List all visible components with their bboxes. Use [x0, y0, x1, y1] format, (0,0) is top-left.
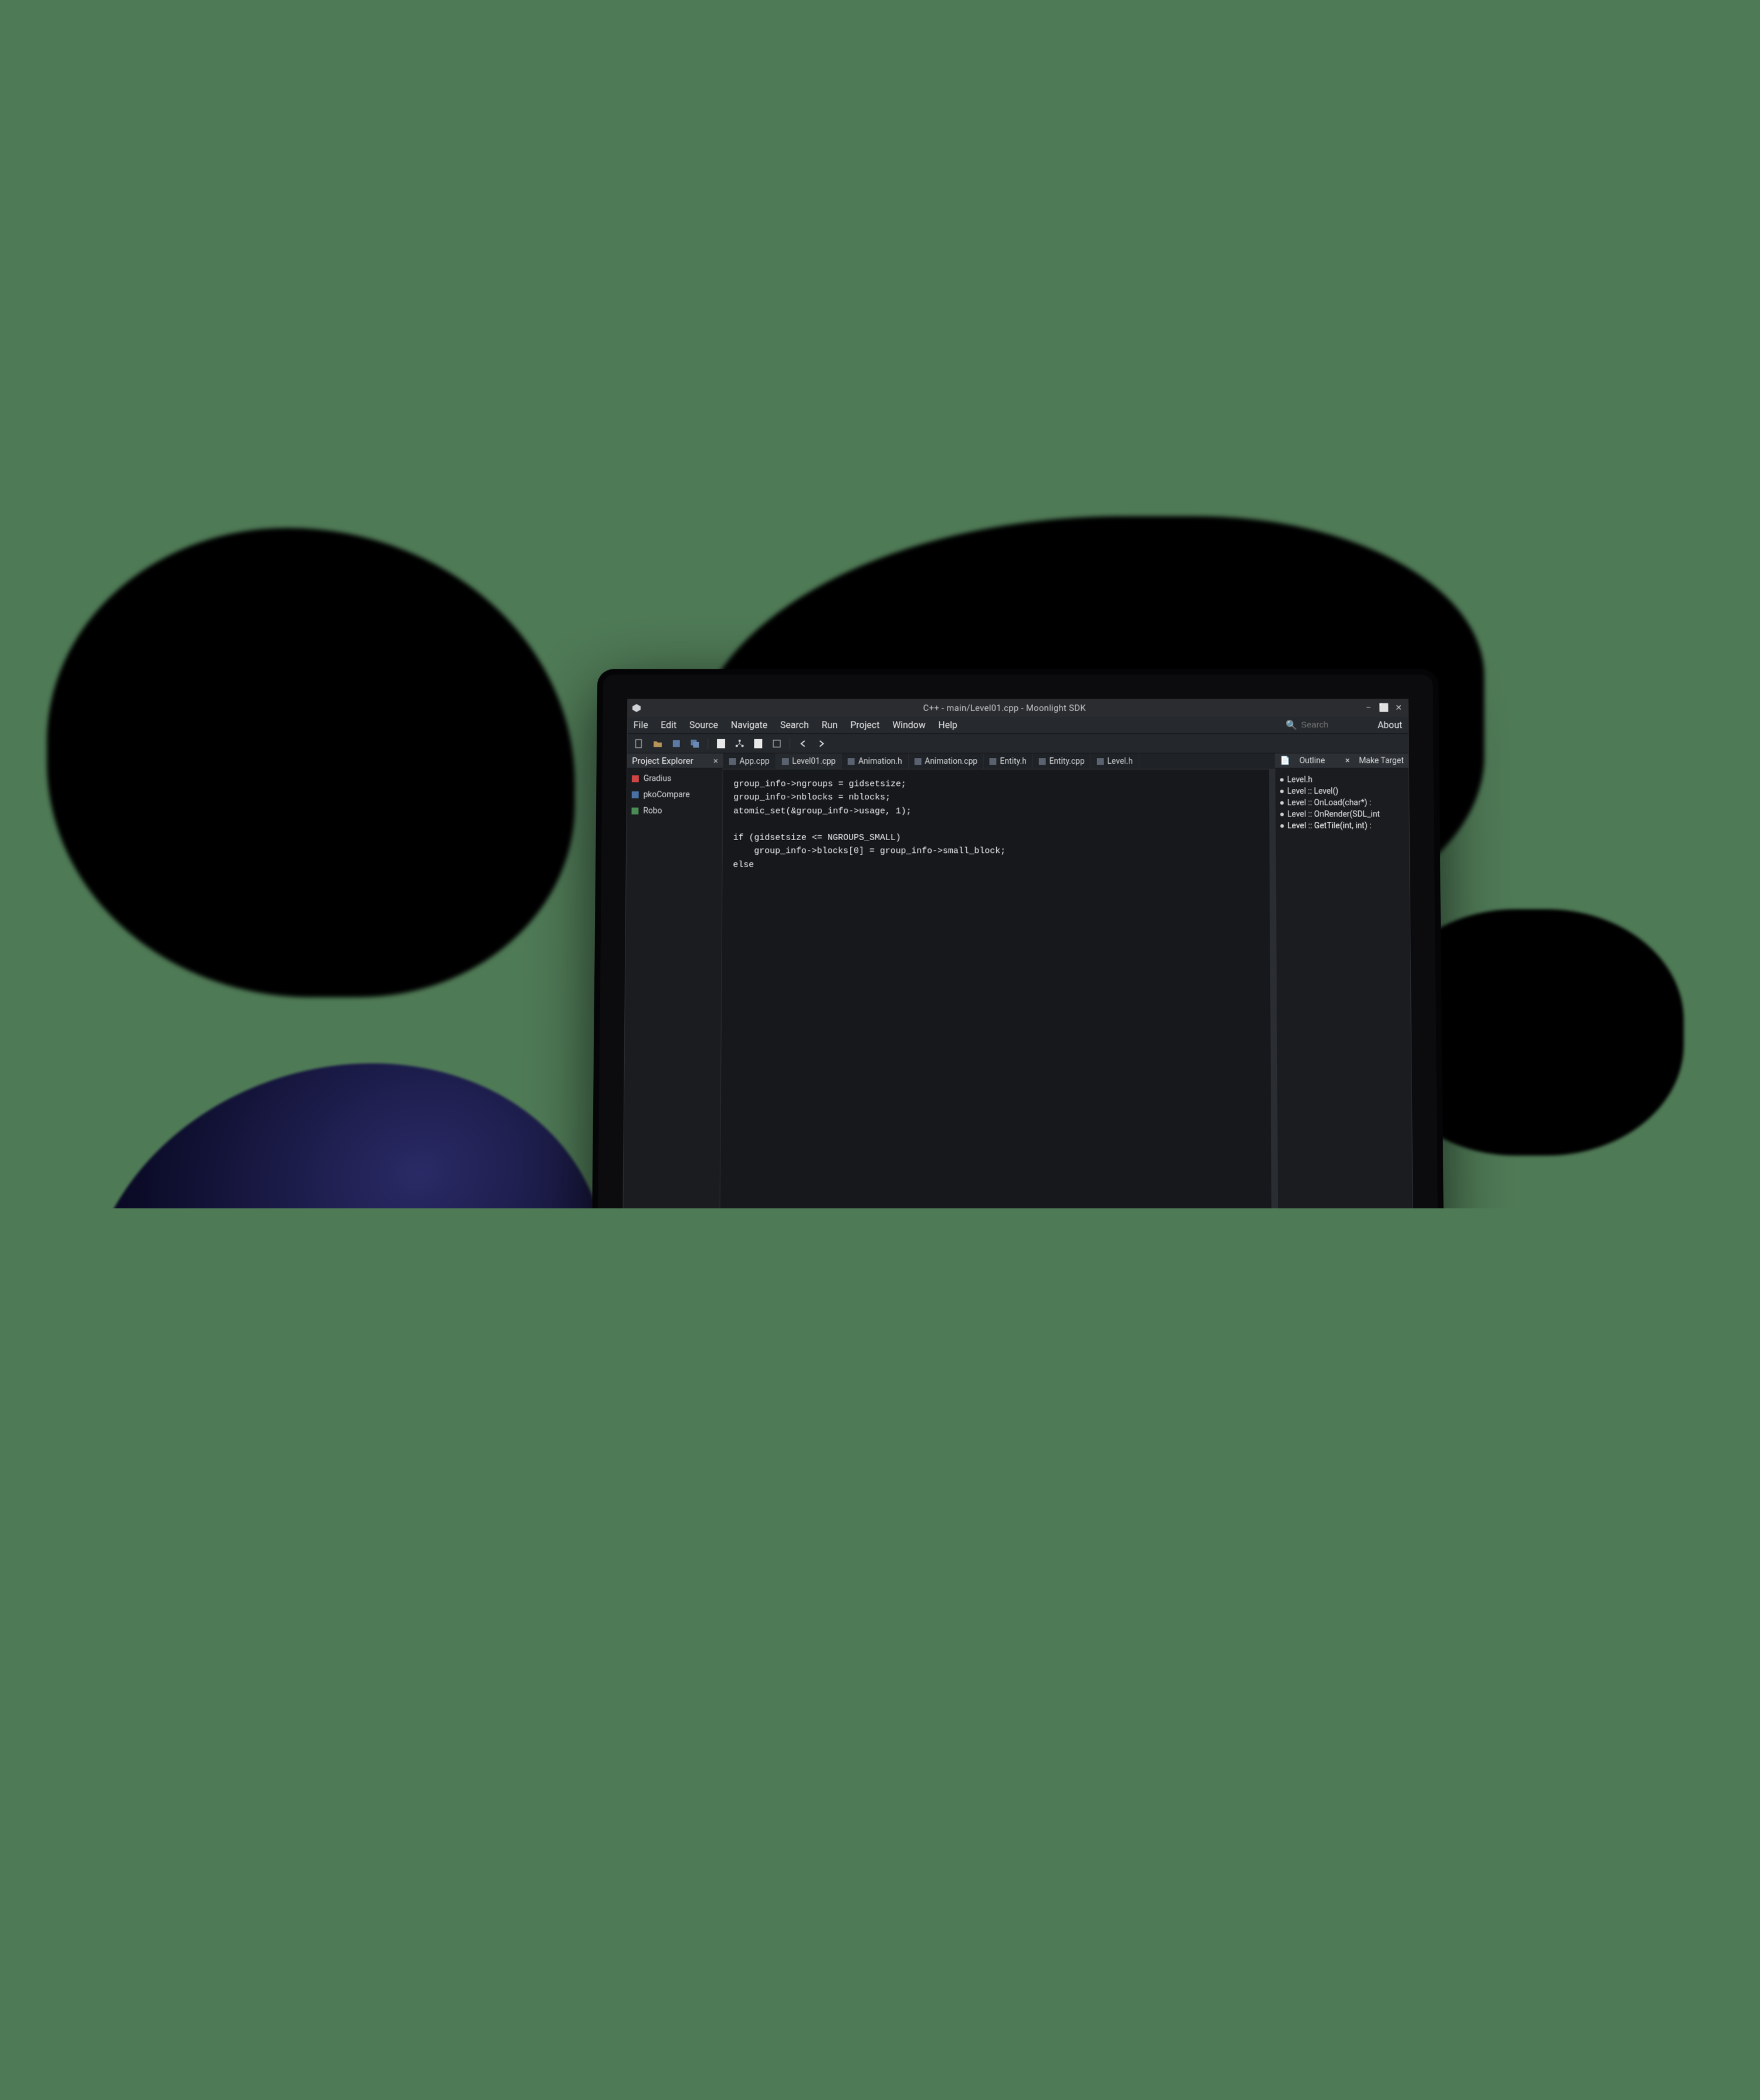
forward-icon[interactable]	[815, 737, 827, 749]
outline-item[interactable]: Level.h	[1280, 774, 1404, 786]
file-icon	[1097, 758, 1104, 765]
save-icon[interactable]	[671, 737, 682, 749]
file-icon	[990, 758, 997, 765]
close-button[interactable]: ✕	[1394, 703, 1403, 713]
outline-label: Level :: Level()	[1287, 787, 1339, 796]
outline-close-icon[interactable]: ×	[1341, 756, 1354, 766]
toolbar	[627, 734, 1408, 753]
bullet-icon	[1280, 790, 1284, 793]
menu-navigate[interactable]: Navigate	[731, 720, 768, 731]
tab-level-h[interactable]: Level.h	[1091, 753, 1139, 768]
outline-list: Level.h Level :: Level() Level :: OnLoad…	[1275, 768, 1409, 838]
save-all-icon[interactable]	[689, 737, 700, 749]
titlebar[interactable]: C++ - main/Level01.cpp - Moonlight SDK –…	[628, 699, 1408, 716]
doc-icon[interactable]	[715, 737, 727, 749]
doc2-icon[interactable]	[752, 737, 764, 749]
background-mask	[0, 1208, 1760, 1760]
menubar-search[interactable]: 🔍	[1286, 720, 1365, 731]
make-target-tab[interactable]: Make Target	[1354, 756, 1408, 766]
file-icon	[781, 758, 788, 765]
menu-search[interactable]: Search	[780, 720, 809, 731]
project-explorer-header: Project Explorer ×	[627, 753, 723, 768]
tab-app-cpp[interactable]: App.cpp	[723, 753, 776, 768]
outline-item[interactable]: Level :: OnLoad(char*) :	[1280, 797, 1404, 809]
scene: C++ - main/Level01.cpp - Moonlight SDK –…	[0, 0, 1760, 1760]
panel-close-icon[interactable]: ×	[713, 756, 718, 766]
outline-label: Level :: GetTile(int, int) :	[1287, 821, 1371, 831]
window-controls: – ⬜ ✕	[1364, 703, 1408, 713]
tab-entity-h[interactable]: Entity.h	[984, 753, 1033, 768]
outline-label: Level :: OnLoad(char*) :	[1287, 798, 1371, 808]
target-icon[interactable]	[771, 737, 783, 749]
project-icon	[632, 775, 639, 783]
search-icon: 🔍	[1286, 720, 1298, 731]
window-title: C++ - main/Level01.cpp - Moonlight SDK	[645, 703, 1364, 713]
outline-tab[interactable]: Outline	[1295, 756, 1329, 766]
tab-label: Level.h	[1107, 757, 1132, 766]
structure-icon[interactable]	[734, 737, 746, 749]
maximize-button[interactable]: ⬜	[1379, 703, 1388, 713]
bullet-icon	[1280, 801, 1284, 805]
menu-file[interactable]: File	[634, 720, 648, 731]
open-folder-icon[interactable]	[652, 737, 664, 749]
menu-edit[interactable]: Edit	[661, 720, 676, 731]
file-icon	[1039, 758, 1046, 765]
tab-label: App.cpp	[739, 757, 769, 766]
back-icon[interactable]	[797, 737, 809, 749]
outline-item[interactable]: Level :: GetTile(int, int) :	[1280, 820, 1404, 832]
app-logo-icon	[628, 699, 645, 716]
new-file-icon[interactable]	[633, 737, 645, 749]
file-icon	[729, 758, 736, 765]
menu-window[interactable]: Window	[892, 720, 926, 731]
tab-label: Entity.h	[1000, 757, 1027, 766]
project-explorer-title: Project Explorer	[632, 756, 693, 766]
outline-tabs: 📄 Outline × Make Target	[1275, 753, 1409, 768]
menu-run[interactable]: Run	[821, 720, 837, 731]
outline-item[interactable]: Level :: OnRender(SDL_int	[1280, 809, 1404, 821]
outline-item[interactable]: Level :: Level()	[1280, 785, 1404, 797]
menu-about[interactable]: About	[1377, 720, 1402, 731]
bullet-icon	[1280, 812, 1284, 816]
menu-project[interactable]: Project	[850, 720, 879, 731]
menu-help[interactable]: Help	[938, 720, 957, 731]
outline-label: Level.h	[1287, 775, 1313, 785]
search-input[interactable]	[1301, 720, 1365, 730]
minimize-button[interactable]: –	[1364, 703, 1373, 713]
tab-entity-cpp[interactable]: Entity.cpp	[1033, 753, 1091, 768]
menu-source[interactable]: Source	[689, 720, 718, 731]
outline-label: Level :: OnRender(SDL_int	[1287, 810, 1380, 819]
tab-label: Entity.cpp	[1049, 757, 1084, 766]
bullet-icon	[1280, 778, 1284, 782]
menubar: File Edit Source Navigate Search Run Pro…	[628, 717, 1408, 734]
